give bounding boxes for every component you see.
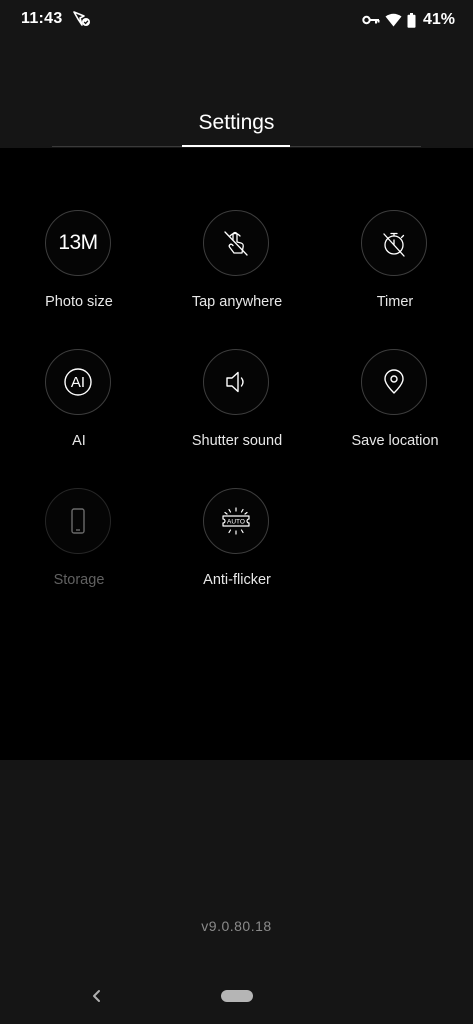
photo-size-value: 13M (58, 231, 98, 254)
setting-photo-size[interactable]: 13M Photo size (0, 210, 158, 330)
settings-panel: 13M Photo size Tap anywhere Timer AI AI … (0, 148, 473, 760)
setting-label: Save location (351, 433, 439, 449)
battery-icon (407, 12, 416, 28)
setting-anti-flicker[interactable]: AUTO Anti-flicker (158, 488, 316, 608)
setting-save-location[interactable]: Save location (316, 349, 473, 469)
setting-timer[interactable]: Timer (316, 210, 473, 330)
phone-storage-icon (45, 488, 111, 554)
setting-ai[interactable]: AI AI (0, 349, 158, 469)
battery-percentage: 41% (422, 11, 455, 28)
setting-label: Anti-flicker (203, 572, 271, 588)
photo-size-icon[interactable]: 13M (45, 210, 111, 276)
status-indicators: 41% (362, 9, 455, 31)
settings-header: Settings (0, 96, 473, 148)
page-title[interactable]: Settings (0, 111, 473, 135)
camera-settings-screen: 11:43 41% Settings 13M Photo size Tap an… (0, 0, 473, 1024)
setting-label: Timer (376, 294, 414, 310)
setting-shutter-sound[interactable]: Shutter sound (158, 349, 316, 469)
anti-flicker-mode: AUTO (227, 519, 245, 526)
title-underline (182, 145, 290, 147)
setting-storage: Storage (0, 488, 158, 608)
setting-label: Shutter sound (191, 433, 283, 449)
home-pill[interactable] (221, 990, 253, 1002)
ai-icon[interactable]: AI (45, 349, 111, 415)
wifi-icon (385, 13, 402, 27)
vpn-key-icon (362, 15, 380, 25)
setting-label: AI (72, 433, 86, 449)
notification-icon (73, 11, 90, 26)
setting-label: Photo size (45, 294, 113, 310)
shutter-sound-icon[interactable] (203, 349, 269, 415)
back-icon[interactable] (88, 986, 106, 1006)
setting-label: Tap anywhere (191, 294, 283, 310)
tap-anywhere-icon[interactable] (203, 210, 269, 276)
location-pin-icon[interactable] (361, 349, 427, 415)
status-time: 11:43 (21, 10, 63, 27)
app-version: v9.0.80.18 (201, 918, 272, 934)
anti-flicker-icon[interactable]: AUTO (203, 488, 269, 554)
timer-off-icon[interactable] (361, 210, 427, 276)
status-bar: 11:43 41% (0, 0, 473, 40)
ai-icon-text: AI (71, 374, 85, 391)
setting-label: Storage (53, 572, 105, 588)
setting-tap-anywhere[interactable]: Tap anywhere (158, 210, 316, 330)
